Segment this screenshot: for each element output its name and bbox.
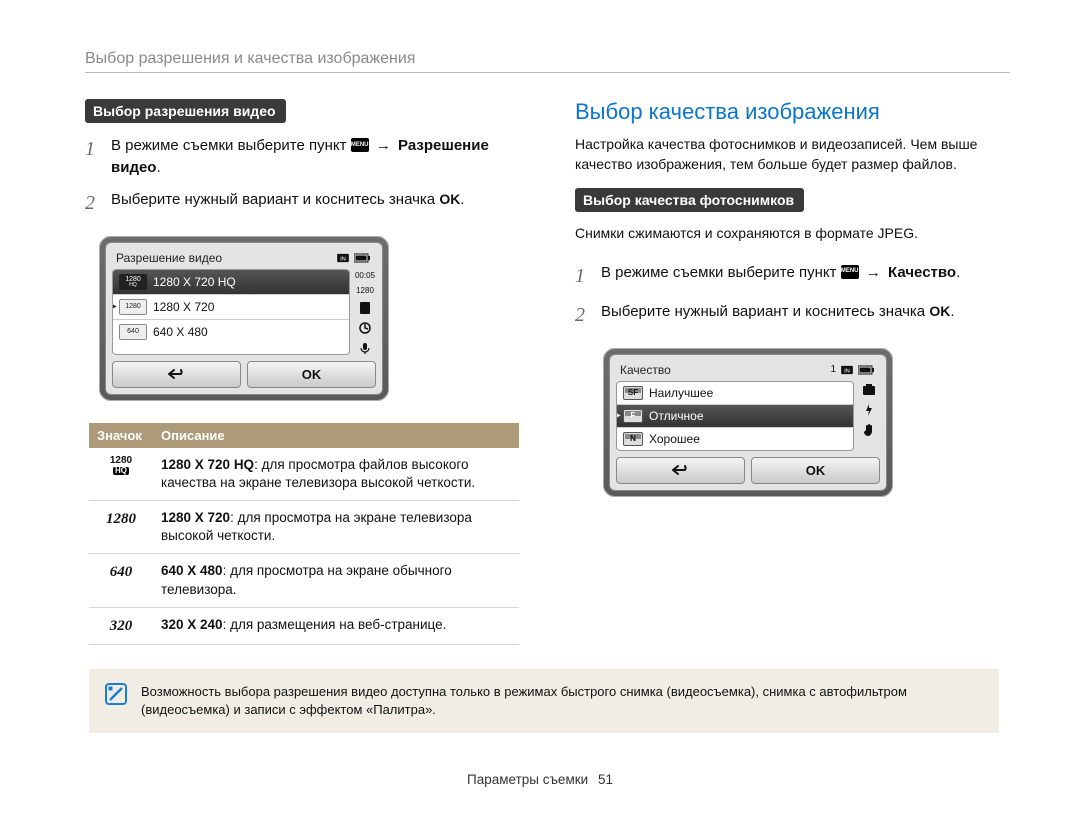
list-item[interactable]: N Хорошее — [617, 428, 853, 450]
table-header-icon: Значок — [89, 423, 153, 448]
list-item-label: 640 X 480 — [153, 325, 208, 339]
step-2: 2 Выберите нужный вариант и коснитесь зн… — [85, 189, 515, 218]
left-column: Выбор разрешения видео 1 В режиме съемки… — [85, 99, 515, 645]
footer-page-number: 51 — [598, 772, 613, 787]
step-1: 1 В режиме съемки выберите пункт MENU → … — [575, 262, 1005, 291]
screen-time: 00:05 — [355, 271, 375, 280]
step-2: 2 Выберите нужный вариант и коснитесь зн… — [575, 301, 1005, 330]
dot: . — [956, 264, 960, 281]
menu-icon: MENU — [351, 138, 369, 152]
step-text: В режиме съемки выберите пункт — [601, 264, 841, 281]
svg-text:IN: IN — [340, 256, 346, 262]
step-number: 1 — [85, 135, 103, 179]
flash-icon — [862, 403, 876, 417]
resolution-table: Значок Описание 1280HQ 1280 X 720 HQ: дл… — [89, 423, 519, 646]
back-arrow-icon — [166, 367, 188, 381]
note-box: Возможность выбора разрешения видео дост… — [89, 669, 999, 733]
section-heading-quality: Выбор качества изображения — [575, 99, 1005, 125]
step-number: 2 — [85, 189, 103, 218]
camera-screen-video: Разрешение видео IN 1280HQ 1280 X 720 HQ — [99, 236, 389, 401]
storage-icon: IN — [840, 365, 854, 375]
list-item-label: 1280 X 720 HQ — [153, 275, 236, 289]
dot: . — [156, 159, 160, 176]
screen-list: SF Наилучшее ▶ F Отличное N Хорошее — [616, 381, 854, 451]
step-text: В режиме съемки выберите пункт — [111, 137, 351, 154]
step-target: Качество — [888, 264, 956, 281]
camera-screen-quality: Качество 1 IN SF Наилучшее — [603, 348, 893, 497]
table-row: 1280 1280 X 720: для просмотра на экране… — [89, 500, 519, 553]
list-item-label: Наилучшее — [649, 386, 713, 400]
hand-icon — [862, 423, 876, 437]
list-item[interactable]: ▶ 1280 1280 X 720 — [113, 295, 349, 320]
info-icon — [105, 683, 127, 705]
page-footer: Параметры съемки 51 — [0, 772, 1080, 787]
list-item[interactable]: SF Наилучшее — [617, 382, 853, 405]
menu-icon: MENU — [841, 265, 859, 279]
note-text: Возможность выбора разрешения видео дост… — [141, 683, 983, 719]
photo-mode-icon — [862, 383, 876, 397]
battery-icon — [858, 365, 876, 375]
table-row: 320 320 X 240: для размещения на веб-стр… — [89, 607, 519, 644]
dot: . — [460, 191, 464, 208]
quality-chip-icon: SF — [623, 386, 643, 400]
list-item-label: 1280 X 720 — [153, 300, 214, 314]
table-row: 640 640 X 480: для просмотра на экране о… — [89, 554, 519, 607]
screen-side-res: 1280 — [356, 286, 374, 295]
step-text: Выберите нужный вариант и коснитесь знач… — [601, 303, 929, 320]
list-item-label: Отличное — [649, 409, 704, 423]
ok-button[interactable]: OK — [751, 457, 880, 484]
ok-inline-icon: OK — [439, 191, 460, 207]
screen-count: 1 — [830, 364, 836, 375]
arrow-icon: → — [373, 137, 394, 154]
step-1: 1 В режиме съемки выберите пункт MENU → … — [85, 135, 515, 179]
svg-text:IN: IN — [844, 368, 850, 374]
step-number: 2 — [575, 301, 593, 330]
chevron-right-icon: ▶ — [616, 410, 621, 421]
list-item[interactable]: ▶ F Отличное — [617, 405, 853, 428]
step-number: 1 — [575, 262, 593, 291]
footer-section: Параметры съемки — [467, 772, 588, 787]
dot: . — [950, 303, 954, 320]
memory-icon — [358, 301, 372, 315]
list-item-label: Хорошее — [649, 432, 700, 446]
back-arrow-icon — [670, 463, 692, 477]
screen-list: 1280HQ 1280 X 720 HQ ▶ 1280 1280 X 720 6… — [112, 269, 350, 355]
table-row: 1280HQ 1280 X 720 HQ: для просмотра файл… — [89, 448, 519, 501]
section-label-video-resolution: Выбор разрешения видео — [85, 99, 286, 123]
ok-inline-icon: OK — [929, 303, 950, 319]
screen-title: Качество — [620, 363, 671, 377]
section-label-photo-quality: Выбор качества фотоснимков — [575, 188, 804, 212]
quality-chip-icon: N — [623, 432, 643, 446]
page-title: Выбор разрешения и качества изображения — [85, 50, 1010, 72]
right-column: Выбор качества изображения Настройка кач… — [575, 99, 1005, 645]
paragraph: Настройка качества фотоснимков и видеоза… — [575, 135, 1005, 174]
list-item[interactable]: 640 640 X 480 — [113, 320, 349, 344]
screen-title: Разрешение видео — [116, 251, 222, 265]
storage-icon: IN — [336, 253, 350, 263]
ok-button[interactable]: OK — [247, 361, 376, 388]
flash-icon — [358, 321, 372, 335]
table-header-desc: Описание — [153, 423, 519, 448]
step-text: Выберите нужный вариант и коснитесь знач… — [111, 191, 439, 208]
quality-chip-icon: F — [623, 409, 643, 423]
back-button[interactable] — [112, 361, 241, 388]
arrow-icon: → — [863, 264, 884, 281]
header-rule — [85, 72, 1010, 73]
battery-icon — [354, 253, 372, 263]
back-button[interactable] — [616, 457, 745, 484]
chevron-right-icon: ▶ — [112, 301, 117, 312]
paragraph: Снимки сжимаются и сохраняются в формате… — [575, 224, 1005, 244]
list-item[interactable]: 1280HQ 1280 X 720 HQ — [113, 270, 349, 295]
mic-icon — [358, 341, 372, 355]
